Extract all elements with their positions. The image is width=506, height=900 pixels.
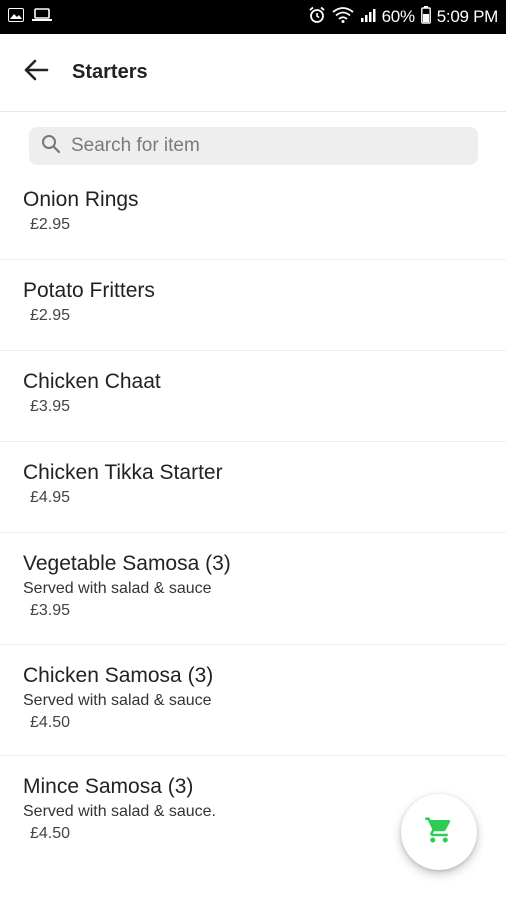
clock: 5:09 PM [436, 7, 499, 26]
battery-percent: 60% [381, 7, 415, 26]
search-icon [41, 134, 61, 159]
item-price: £3.95 [30, 398, 71, 415]
battery-icon [420, 5, 431, 29]
item-name: Chicken Samosa (3) [23, 664, 214, 687]
image-icon [8, 7, 24, 27]
signal-icon [360, 7, 376, 28]
back-button[interactable] [16, 53, 56, 93]
search-bar[interactable] [29, 127, 478, 165]
list-item[interactable]: Chicken Chaat £3.95 [0, 351, 506, 442]
list-item[interactable]: Chicken Samosa (3) Served with salad & s… [0, 645, 506, 756]
item-price: £3.95 [30, 602, 71, 619]
arrow-left-icon [23, 58, 49, 87]
list-item[interactable]: Chicken Tikka Starter £4.95 [0, 442, 506, 533]
alarm-icon [308, 6, 326, 29]
list-item[interactable]: Potato Fritters £2.95 [0, 260, 506, 351]
item-description: Served with salad & sauce [23, 580, 212, 597]
item-price: £2.95 [30, 307, 71, 324]
item-list: Onion Rings £2.95 Potato Fritters £2.95 … [0, 178, 506, 866]
item-name: Onion Rings [23, 188, 139, 211]
cart-icon [424, 815, 454, 850]
list-item[interactable]: Onion Rings £2.95 [0, 178, 506, 260]
app-bar: Starters [0, 34, 506, 112]
item-price: £4.50 [30, 714, 71, 731]
page-title: Starters [72, 61, 148, 83]
item-price: £2.95 [30, 216, 71, 233]
item-name: Vegetable Samosa (3) [23, 552, 231, 575]
item-name: Chicken Tikka Starter [23, 461, 223, 484]
wifi-icon [332, 6, 354, 28]
laptop-icon [32, 7, 52, 27]
item-description: Served with salad & sauce [23, 692, 212, 709]
item-price: £4.95 [30, 489, 71, 506]
item-name: Chicken Chaat [23, 370, 161, 393]
list-item[interactable]: Vegetable Samosa (3) Served with salad &… [0, 533, 506, 645]
item-name: Potato Fritters [23, 279, 155, 302]
status-bar: 60% 5:09 PM [0, 0, 506, 34]
search-input[interactable] [69, 134, 453, 158]
cart-button[interactable] [401, 794, 477, 870]
